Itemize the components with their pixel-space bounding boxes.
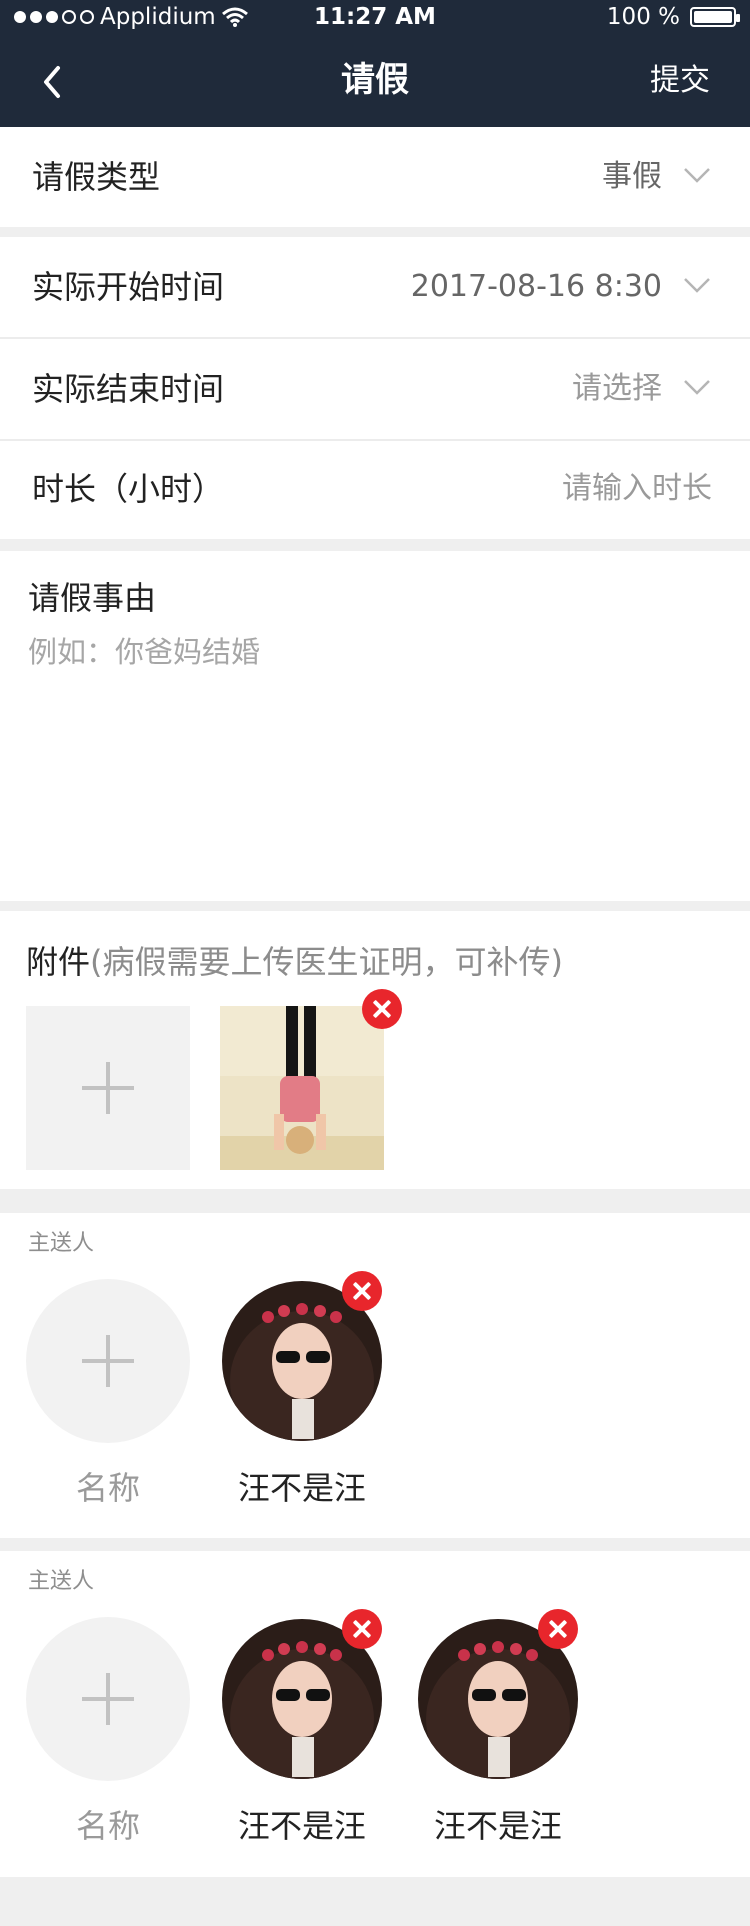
attachments-label: 附件 (26, 943, 91, 981)
remove-attachment-button[interactable] (362, 989, 402, 1029)
remove-recipient-button[interactable] (538, 1609, 578, 1649)
leave-type-section: 请假类型 事假 (0, 127, 750, 227)
duration-label: 时长（小时） (32, 470, 225, 508)
chevron-down-icon (684, 168, 710, 183)
status-bar: Applidium 11:27 AM 100 % (0, 0, 750, 34)
end-time-value: 请选择 (572, 371, 662, 406)
end-time-row[interactable]: 实际结束时间 请选择 (0, 339, 750, 439)
attachments-hint: (病假需要上传医生证明，可补传) (90, 943, 563, 981)
start-time-label: 实际开始时间 (32, 268, 225, 306)
add-recipient-label: 名称 (75, 1807, 140, 1845)
leave-type-label: 请假类型 (32, 158, 161, 196)
battery-icon (690, 7, 740, 27)
recipients-section-2: 主送人 名称 汪不是汪 汪不是汪 (0, 1551, 750, 1877)
handstand-photo-image (220, 1006, 384, 1170)
duration-row[interactable]: 时长（小时） 请输入时长 (0, 439, 750, 539)
remove-recipient-button[interactable] (342, 1271, 382, 1311)
leave-type-row[interactable]: 请假类型 事假 (0, 127, 750, 227)
attachments-section: 附件(病假需要上传医生证明，可补传) (0, 911, 750, 1189)
plus-icon (82, 1673, 134, 1725)
start-time-value: 2017-08-16 8:30 (410, 269, 662, 304)
recipient-name: 汪不是汪 (237, 1807, 366, 1845)
recipients-label: 主送人 (28, 1569, 95, 1594)
time-section: 实际开始时间 2017-08-16 8:30 实际结束时间 请选择 时长（小时）… (0, 237, 750, 539)
recipients-label: 主送人 (28, 1231, 95, 1256)
attachments-title: 附件(病假需要上传医生证明，可补传) (26, 937, 563, 983)
reason-section: 请假事由 例如：你爸妈结婚 (0, 551, 750, 901)
nav-bar: 请假 提交 (0, 34, 750, 127)
add-recipient-button[interactable] (26, 1279, 190, 1443)
reason-textarea[interactable]: 例如：你爸妈结婚 (28, 629, 260, 671)
remove-recipient-button[interactable] (342, 1609, 382, 1649)
chevron-down-icon (684, 380, 710, 395)
submit-button[interactable]: 提交 (650, 34, 710, 127)
plus-icon (82, 1335, 134, 1387)
page-title: 请假 (341, 60, 409, 100)
add-attachment-button[interactable] (26, 1006, 190, 1170)
leave-type-value: 事假 (602, 159, 662, 194)
recipients-section-1: 主送人 名称 汪不是汪 (0, 1213, 750, 1538)
end-time-label: 实际结束时间 (32, 370, 225, 408)
reason-label: 请假事由 (28, 579, 157, 617)
duration-input[interactable]: 请输入时长 (562, 439, 712, 539)
plus-icon (82, 1062, 134, 1114)
app-header: Applidium 11:27 AM 100 % 请假 提交 (0, 0, 750, 127)
recipient-name: 汪不是汪 (237, 1469, 366, 1507)
attachment-thumbnail[interactable] (220, 1006, 384, 1170)
battery-group: 100 % (606, 0, 740, 34)
chevron-down-icon (684, 278, 710, 293)
add-recipient-label: 名称 (75, 1469, 140, 1507)
start-time-row[interactable]: 实际开始时间 2017-08-16 8:30 (0, 237, 750, 337)
recipient-name: 汪不是汪 (433, 1807, 562, 1845)
battery-percent: 100 % (606, 4, 680, 30)
add-recipient-button[interactable] (26, 1617, 190, 1781)
